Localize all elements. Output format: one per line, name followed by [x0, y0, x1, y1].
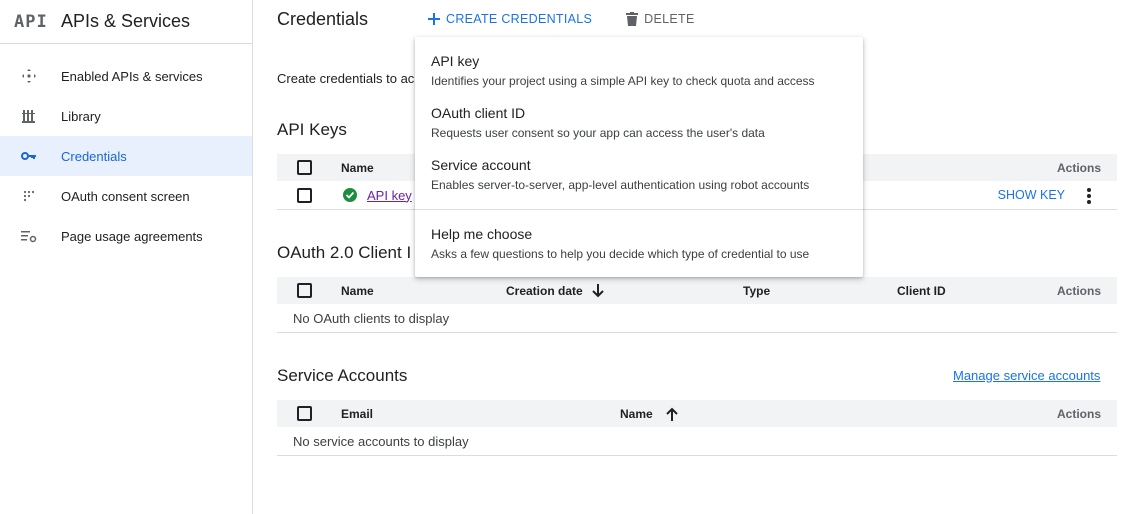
- column-name[interactable]: Name: [620, 407, 678, 421]
- service-accounts-title: Service Accounts: [277, 366, 408, 385]
- menu-item-desc: Identifies your project using a simple A…: [431, 74, 815, 88]
- select-all-checkbox[interactable]: [297, 160, 312, 175]
- sidebar-item-label: Enabled APIs & services: [61, 68, 203, 84]
- column-actions: Actions: [1056, 283, 1101, 298]
- intro-text: Create credentials to ac: [277, 71, 415, 86]
- api-keys-title: API Keys: [277, 120, 347, 139]
- create-credentials-label: CREATE CREDENTIALS: [446, 12, 593, 26]
- enabled-apis-icon: [20, 67, 38, 85]
- check-circle-icon: [343, 188, 357, 205]
- arrow-up-icon: [665, 407, 678, 421]
- manage-service-accounts-link[interactable]: Manage service accounts: [953, 368, 1100, 383]
- menu-item-title: Help me choose: [431, 226, 533, 242]
- column-creation-date-label: Creation date: [506, 283, 583, 298]
- menu-item-oauth-client-id[interactable]: OAuth client ID Requests user consent so…: [415, 105, 863, 140]
- menu-item-title: OAuth client ID: [431, 105, 526, 121]
- select-all-checkbox[interactable]: [297, 283, 312, 298]
- column-email: Email: [341, 406, 374, 421]
- sidebar-item-label: Credentials: [61, 148, 127, 164]
- menu-item-title: Service account: [431, 157, 531, 173]
- sidebar-item-credentials[interactable]: Credentials: [0, 136, 252, 176]
- empty-row: No service accounts to display: [277, 427, 1117, 456]
- sidebar-header: API APIs & Services: [0, 0, 252, 44]
- delete-button[interactable]: DELETE: [626, 12, 694, 26]
- delete-label: DELETE: [644, 12, 695, 26]
- sidebar-title: APIs & Services: [61, 11, 191, 31]
- api-key-link[interactable]: API key: [367, 188, 412, 203]
- sidebar-item-page-usage[interactable]: Page usage agreements: [0, 216, 252, 256]
- column-client-id: Client ID: [897, 283, 946, 298]
- create-credentials-menu: API key Identifies your project using a …: [415, 37, 863, 277]
- menu-item-desc: Enables server-to-server, app-level auth…: [431, 178, 810, 192]
- menu-divider: [415, 209, 863, 210]
- menu-item-api-key[interactable]: API key Identifies your project using a …: [415, 53, 863, 88]
- column-type: Type: [743, 283, 771, 298]
- sidebar-nav: Enabled APIs & services Library Credenti…: [0, 44, 252, 256]
- column-name: Name: [341, 160, 374, 175]
- key-icon: [20, 147, 38, 165]
- row-checkbox[interactable]: [297, 187, 312, 203]
- create-credentials-button[interactable]: CREATE CREDENTIALS: [428, 12, 592, 26]
- topbar: Credentials CREATE CREDENTIALS DELETE: [254, 0, 1137, 38]
- table-header: Name Creation date Type Client ID Action…: [277, 276, 1117, 304]
- menu-item-desc: Requests user consent so your app can ac…: [431, 126, 765, 140]
- sidebar-item-label: OAuth consent screen: [61, 188, 190, 204]
- oauth-consent-icon: [20, 187, 38, 205]
- empty-message: No service accounts to display: [293, 433, 469, 449]
- sidebar: API APIs & Services Enabled APIs & servi…: [0, 0, 253, 514]
- plus-icon: [428, 13, 440, 25]
- library-icon: [20, 107, 38, 125]
- page-title: Credentials: [277, 8, 369, 29]
- api-logo: API: [14, 11, 48, 32]
- column-actions: Actions: [1056, 406, 1101, 421]
- sidebar-item-label: Library: [61, 108, 101, 124]
- empty-message: No OAuth clients to display: [293, 310, 450, 326]
- empty-row: No OAuth clients to display: [277, 304, 1117, 333]
- more-vert-icon[interactable]: [1087, 188, 1091, 207]
- trash-icon: [626, 12, 639, 26]
- sidebar-item-oauth-consent[interactable]: OAuth consent screen: [0, 176, 252, 216]
- service-accounts-table: Email Name Actions No service accounts t…: [277, 399, 1117, 456]
- select-all-checkbox[interactable]: [297, 406, 312, 421]
- sidebar-item-enabled-apis[interactable]: Enabled APIs & services: [0, 56, 252, 96]
- menu-item-help-me-choose[interactable]: Help me choose Asks a few questions to h…: [415, 226, 863, 261]
- show-key-button[interactable]: SHOW KEY: [998, 188, 1065, 202]
- column-name-label: Name: [620, 406, 653, 421]
- sidebar-item-library[interactable]: Library: [0, 96, 252, 136]
- sidebar-item-label: Page usage agreements: [61, 228, 203, 244]
- menu-item-desc: Asks a few questions to help you decide …: [431, 247, 810, 261]
- settings-list-icon: [20, 227, 38, 245]
- menu-item-title: API key: [431, 53, 480, 69]
- column-name: Name: [341, 283, 374, 298]
- menu-item-service-account[interactable]: Service account Enables server-to-server…: [415, 157, 863, 192]
- column-creation-date[interactable]: Creation date: [506, 283, 604, 298]
- table-header: Email Name Actions: [277, 399, 1117, 427]
- oauth-title: OAuth 2.0 Client I: [277, 243, 412, 262]
- oauth-table: Name Creation date Type Client ID Action…: [277, 276, 1117, 333]
- column-actions: Actions: [1056, 160, 1101, 175]
- arrow-down-icon: [591, 283, 604, 297]
